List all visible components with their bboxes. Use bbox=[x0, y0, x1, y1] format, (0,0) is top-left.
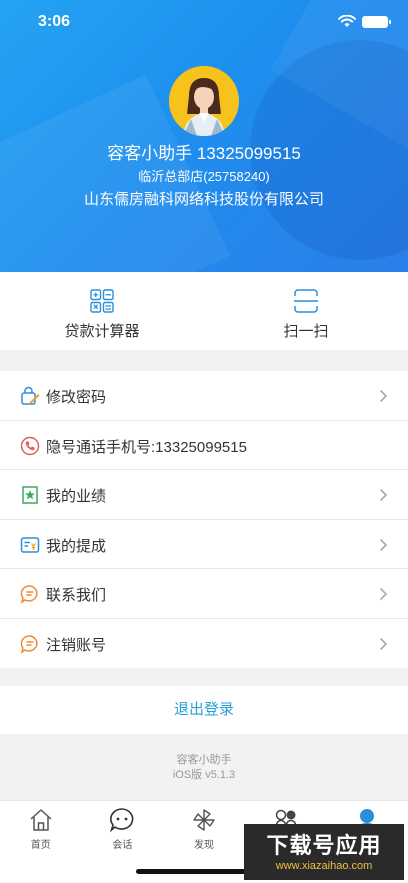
status-time: 3:06 bbox=[38, 13, 71, 30]
menu-item-my-performance[interactable]: 我的业绩 bbox=[0, 470, 408, 520]
pinwheel-icon bbox=[193, 809, 215, 831]
battery-icon bbox=[362, 16, 391, 28]
logout-button[interactable]: 退出登录 bbox=[0, 686, 408, 734]
chevron-right-icon bbox=[379, 538, 388, 551]
menu-item-label: 修改密码 bbox=[46, 389, 107, 406]
watermark: 下载号应用 www.xiazaihao.com bbox=[244, 824, 404, 880]
chevron-right-icon bbox=[379, 637, 388, 650]
watermark-url: www.xiazaihao.com bbox=[275, 860, 373, 872]
app-version-info: 容客小助手 iOS版 v5.1.3 bbox=[0, 753, 408, 783]
chevron-right-icon bbox=[379, 587, 388, 601]
company-name: 山东儒房融科网络科技股份有限公司 bbox=[83, 191, 324, 208]
tools-section: 贷款计算器 扫一扫 bbox=[0, 272, 408, 350]
phone-icon bbox=[20, 436, 40, 455]
avatar[interactable] bbox=[169, 66, 239, 136]
menu-item-contact-us[interactable]: 联系我们 bbox=[0, 569, 408, 619]
wifi-icon bbox=[338, 15, 356, 27]
user-name-phone: 容客小助手 13325099515 bbox=[107, 144, 301, 163]
scan-button[interactable]: 扫一扫 bbox=[204, 288, 408, 341]
footer-app-name: 容客小助手 bbox=[176, 754, 232, 766]
watermark-title: 下载号应用 bbox=[266, 833, 382, 858]
menu-item-hidden-number[interactable]: 隐号通话手机号:13325099515 bbox=[0, 421, 408, 470]
tab-discover[interactable]: 发现 bbox=[163, 807, 245, 851]
menu-item-cancel-account[interactable]: 注销账号 bbox=[0, 619, 408, 669]
store-name: 临沂总部店(25758240) bbox=[138, 169, 270, 184]
tab-label: 会话 bbox=[112, 840, 133, 851]
chat-icon bbox=[20, 634, 38, 654]
menu-item-label: 隐号通话手机号:13325099515 bbox=[46, 438, 247, 456]
settings-menu: 修改密码 隐号通话手机号:13325099515 我的业绩 我的提成 联系我们 bbox=[0, 371, 408, 668]
menu-item-label: 我的提成 bbox=[46, 537, 107, 555]
performance-icon bbox=[22, 486, 38, 504]
menu-item-label: 联系我们 bbox=[46, 587, 107, 604]
chat-icon bbox=[20, 585, 38, 604]
commission-icon bbox=[20, 536, 40, 553]
chevron-right-icon bbox=[379, 488, 388, 502]
loan-calculator-button[interactable]: 贷款计算器 bbox=[0, 288, 204, 341]
footer-version: iOS版 v5.1.3 bbox=[172, 769, 236, 781]
menu-item-change-password[interactable]: 修改密码 bbox=[0, 371, 408, 421]
menu-item-label: 注销账号 bbox=[46, 636, 107, 654]
tab-label: 首页 bbox=[30, 840, 51, 851]
edit-lock-icon bbox=[21, 386, 40, 405]
tab-label: 发现 bbox=[193, 840, 214, 851]
message-icon bbox=[110, 808, 134, 833]
status-bar: 3:06 bbox=[0, 0, 408, 44]
chevron-right-icon bbox=[379, 389, 388, 403]
tab-messages[interactable]: 会话 bbox=[82, 807, 164, 851]
home-icon bbox=[30, 809, 52, 831]
tab-home[interactable]: 首页 bbox=[0, 807, 82, 851]
scan-icon bbox=[294, 289, 318, 313]
loan-calculator-label: 贷款计算器 bbox=[64, 323, 140, 340]
avatar-image bbox=[183, 78, 225, 136]
scan-label: 扫一扫 bbox=[283, 323, 329, 340]
logout-label: 退出登录 bbox=[173, 701, 234, 718]
calculator-icon bbox=[90, 289, 114, 313]
menu-item-my-commission[interactable]: 我的提成 bbox=[0, 520, 408, 569]
menu-item-label: 我的业绩 bbox=[46, 488, 107, 505]
